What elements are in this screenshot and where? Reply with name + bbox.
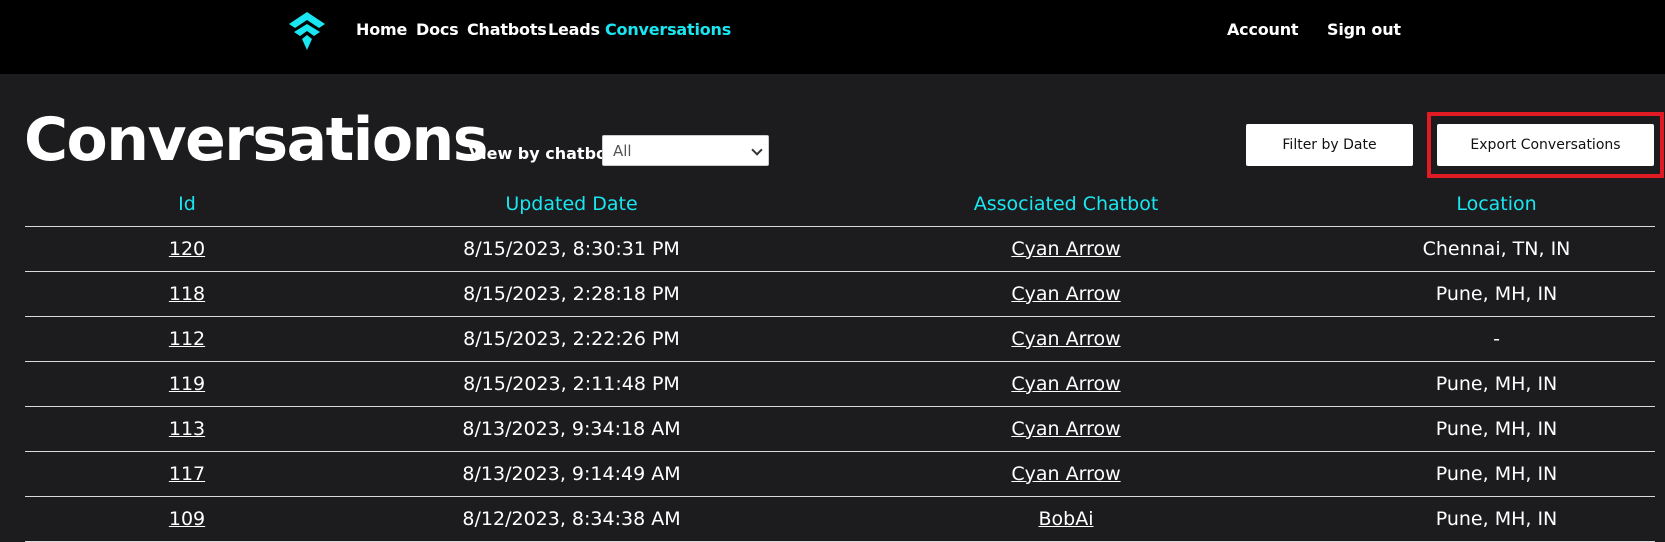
- chatbot-link[interactable]: Cyan Arrow: [1011, 373, 1120, 395]
- cell-location: Pune, MH, IN: [1338, 451, 1655, 497]
- cell-updated-date: 8/15/2023, 2:11:48 PM: [349, 361, 794, 407]
- conversations-table: Id Updated Date Associated Chatbot Locat…: [25, 182, 1655, 542]
- cell-location: Pune, MH, IN: [1338, 406, 1655, 452]
- chatbot-link[interactable]: Cyan Arrow: [1011, 463, 1120, 485]
- nav-signout-link[interactable]: Sign out: [1327, 20, 1401, 39]
- chatbot-link[interactable]: Cyan Arrow: [1011, 238, 1120, 260]
- cell-id: 109: [25, 496, 349, 542]
- cell-location: Pune, MH, IN: [1338, 271, 1655, 317]
- cell-chatbot: Cyan Arrow: [794, 271, 1338, 317]
- column-header-location[interactable]: Location: [1338, 182, 1655, 227]
- conversation-id-link[interactable]: 117: [169, 463, 205, 485]
- nav-docs-link[interactable]: Docs: [416, 20, 459, 39]
- nav-home-link[interactable]: Home: [356, 20, 407, 39]
- chatbot-link[interactable]: BobAi: [1039, 508, 1094, 530]
- cell-id: 120: [25, 226, 349, 272]
- chatbot-link[interactable]: Cyan Arrow: [1011, 283, 1120, 305]
- table-row: 118 8/15/2023, 2:28:18 PM Cyan Arrow Pun…: [25, 271, 1655, 317]
- chevron-down-icon: [751, 144, 763, 156]
- cell-updated-date: 8/13/2023, 9:14:49 AM: [349, 451, 794, 497]
- table-row: 119 8/15/2023, 2:11:48 PM Cyan Arrow Pun…: [25, 361, 1655, 407]
- conversation-id-link[interactable]: 113: [169, 418, 205, 440]
- conversation-id-link[interactable]: 109: [169, 508, 205, 530]
- cell-chatbot: Cyan Arrow: [794, 451, 1338, 497]
- top-navbar: Home Docs Chatbots Leads Conversations A…: [0, 0, 1665, 74]
- view-by-chatbot-label: View by chatbot: [469, 144, 615, 163]
- chatbot-select-value: All: [613, 142, 632, 160]
- cell-chatbot: Cyan Arrow: [794, 361, 1338, 407]
- cell-chatbot: Cyan Arrow: [794, 226, 1338, 272]
- cell-id: 117: [25, 451, 349, 497]
- arrow-logo-icon[interactable]: [287, 10, 327, 50]
- cell-location: Pune, MH, IN: [1338, 496, 1655, 542]
- nav-conversations-link[interactable]: Conversations: [605, 20, 731, 39]
- conversation-id-link[interactable]: 120: [169, 238, 205, 260]
- table-row: 113 8/13/2023, 9:34:18 AM Cyan Arrow Pun…: [25, 406, 1655, 452]
- conversation-id-link[interactable]: 118: [169, 283, 205, 305]
- cell-id: 118: [25, 271, 349, 317]
- cell-location: Pune, MH, IN: [1338, 361, 1655, 407]
- cell-id: 119: [25, 361, 349, 407]
- cell-chatbot: BobAi: [794, 496, 1338, 542]
- cell-updated-date: 8/15/2023, 2:28:18 PM: [349, 271, 794, 317]
- table-header-row: Id Updated Date Associated Chatbot Locat…: [25, 182, 1655, 227]
- cell-id: 112: [25, 316, 349, 362]
- table-row: 117 8/13/2023, 9:14:49 AM Cyan Arrow Pun…: [25, 451, 1655, 497]
- filter-by-date-button[interactable]: Filter by Date: [1246, 124, 1413, 166]
- chatbot-link[interactable]: Cyan Arrow: [1011, 328, 1120, 350]
- cell-location: Chennai, TN, IN: [1338, 226, 1655, 272]
- cell-updated-date: 8/12/2023, 8:34:38 AM: [349, 496, 794, 542]
- nav-account-link[interactable]: Account: [1227, 20, 1299, 39]
- chatbot-select[interactable]: All: [602, 135, 769, 166]
- chatbot-link[interactable]: Cyan Arrow: [1011, 418, 1120, 440]
- cell-chatbot: Cyan Arrow: [794, 316, 1338, 362]
- page-title: Conversations: [24, 105, 488, 175]
- nav-chatbots-link[interactable]: Chatbots: [467, 20, 547, 39]
- cell-updated-date: 8/15/2023, 2:22:26 PM: [349, 316, 794, 362]
- column-header-chatbot[interactable]: Associated Chatbot: [794, 182, 1338, 227]
- table-row: 120 8/15/2023, 8:30:31 PM Cyan Arrow Che…: [25, 226, 1655, 272]
- conversation-id-link[interactable]: 112: [169, 328, 205, 350]
- export-conversations-button[interactable]: Export Conversations: [1437, 124, 1654, 166]
- cell-updated-date: 8/13/2023, 9:34:18 AM: [349, 406, 794, 452]
- cell-location: -: [1338, 316, 1655, 362]
- column-header-updated-date[interactable]: Updated Date: [349, 182, 794, 227]
- cell-id: 113: [25, 406, 349, 452]
- column-header-id[interactable]: Id: [25, 182, 349, 227]
- nav-leads-link[interactable]: Leads: [548, 20, 600, 39]
- table-row: 109 8/12/2023, 8:34:38 AM BobAi Pune, MH…: [25, 496, 1655, 542]
- conversation-id-link[interactable]: 119: [169, 373, 205, 395]
- table-row: 112 8/15/2023, 2:22:26 PM Cyan Arrow -: [25, 316, 1655, 362]
- cell-updated-date: 8/15/2023, 8:30:31 PM: [349, 226, 794, 272]
- cell-chatbot: Cyan Arrow: [794, 406, 1338, 452]
